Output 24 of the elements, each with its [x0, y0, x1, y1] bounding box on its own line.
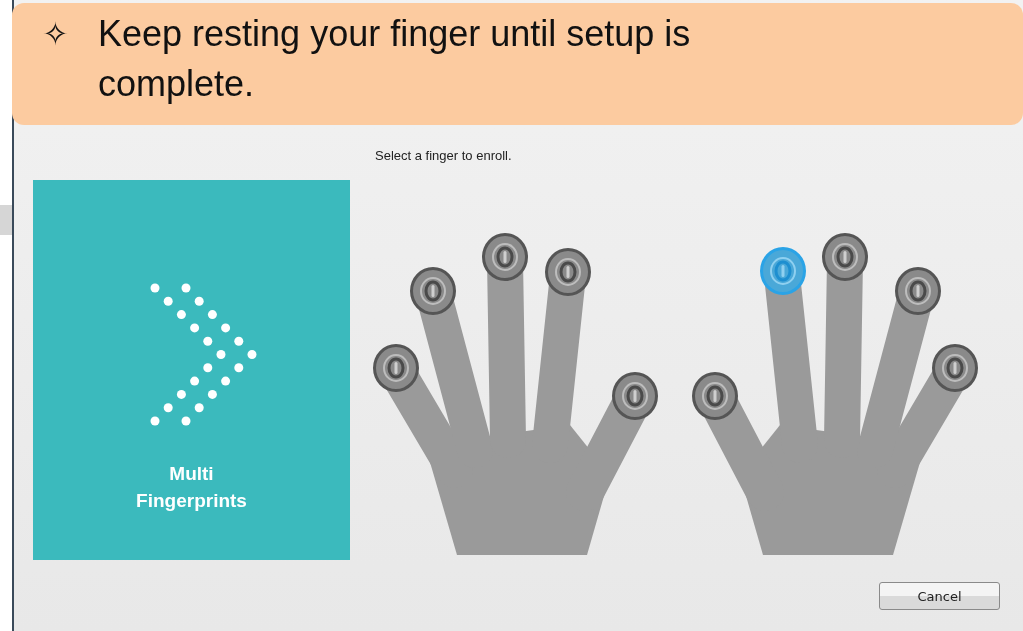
fingerprint-icon — [620, 380, 650, 412]
sparkle-icon: ✧ — [42, 9, 98, 59]
fingerprint-button[interactable] — [932, 344, 978, 392]
fingerprint-button[interactable] — [612, 372, 658, 420]
fingerprint-icon — [768, 255, 798, 287]
fingerprint-button[interactable] — [895, 267, 941, 315]
fingerprint-icon — [418, 275, 448, 307]
fingerprint-button[interactable] — [482, 233, 528, 281]
fingerprint-icon — [490, 241, 520, 273]
cancel-button[interactable]: Cancel — [879, 582, 1000, 610]
fingerprint-button[interactable] — [410, 267, 456, 315]
fingerprint-icon — [903, 275, 933, 307]
fingerprint-icon — [830, 241, 860, 273]
fingerprint-button[interactable] — [545, 248, 591, 296]
fingerprint-icon — [940, 352, 970, 384]
callout-text: Keep resting your finger until setup is complete. — [98, 12, 692, 106]
fingerprint-button[interactable] — [822, 233, 868, 281]
fingerprint-icon — [553, 256, 583, 288]
fingerprint-button[interactable] — [373, 344, 419, 392]
mode-label: Multi Fingerprints — [135, 462, 248, 513]
fingerprint-icon — [700, 380, 730, 412]
instruction-text: Select a finger to enroll. — [375, 148, 513, 165]
fingerprint-button[interactable] — [692, 372, 738, 420]
fingerprint-icon — [381, 352, 411, 384]
